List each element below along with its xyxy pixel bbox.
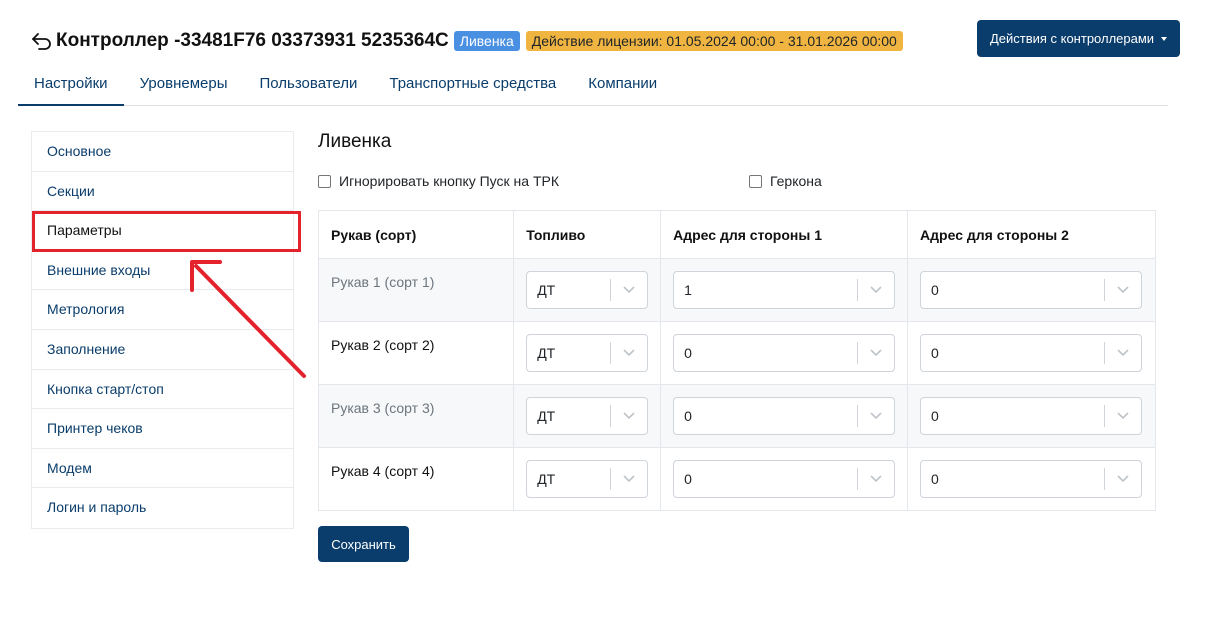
checkbox-box[interactable] bbox=[318, 174, 331, 188]
ignore-start-label: Игнорировать кнопку Пуск на ТРК bbox=[339, 173, 559, 189]
side2-address-select[interactable]: 0 bbox=[920, 397, 1143, 435]
chevron-down-icon bbox=[611, 412, 647, 420]
tab-level-gauges[interactable]: Уровнемеры bbox=[124, 64, 244, 106]
chevron-down-icon bbox=[1105, 286, 1141, 294]
side2-address-select[interactable]: 0 bbox=[920, 334, 1143, 372]
sidebar-item-general[interactable]: Основное bbox=[32, 132, 293, 172]
caret-down-icon bbox=[1161, 37, 1168, 41]
table-row: Рукав 3 (сорт 3) ДТ 0 0 bbox=[317, 384, 1156, 448]
table-row: Рукав 4 (сорт 4) ДТ 0 0 bbox=[317, 447, 1156, 511]
hose-label: Рукав 1 (сорт 1) bbox=[331, 274, 435, 290]
tab-settings[interactable]: Настройки bbox=[18, 64, 124, 106]
ignore-start-checkbox[interactable]: Игнорировать кнопку Пуск на ТРК bbox=[318, 173, 559, 189]
sidebar-item-parameters[interactable]: Параметры bbox=[32, 211, 293, 251]
column-header-fuel: Топливо bbox=[513, 210, 662, 259]
column-header-side1: Адрес для стороны 1 bbox=[660, 210, 909, 259]
sidebar-item-external-inputs[interactable]: Внешние входы bbox=[32, 251, 293, 291]
side1-value: 1 bbox=[684, 282, 692, 298]
side2-value: 0 bbox=[931, 408, 939, 424]
side2-value: 0 bbox=[931, 471, 939, 487]
fuel-value: ДТ bbox=[537, 471, 556, 487]
fuel-value: ДТ bbox=[537, 345, 556, 361]
back-arrow-icon[interactable] bbox=[30, 29, 54, 53]
side2-value: 0 bbox=[931, 282, 939, 298]
side1-address-select[interactable]: 0 bbox=[673, 334, 896, 372]
save-button[interactable]: Сохранить bbox=[318, 526, 409, 562]
sidebar-item-modem[interactable]: Модем bbox=[32, 449, 293, 489]
settings-sidebar: Основное Секции Параметры Внешние входы … bbox=[31, 131, 294, 529]
tab-users[interactable]: Пользователи bbox=[243, 64, 373, 106]
sidebar-item-filling[interactable]: Заполнение bbox=[32, 330, 293, 370]
side1-address-select[interactable]: 1 bbox=[673, 271, 896, 309]
sidebar-item-receipt-printer[interactable]: Принтер чеков bbox=[32, 409, 293, 449]
tab-companies[interactable]: Компании bbox=[572, 64, 673, 106]
chevron-down-icon bbox=[858, 475, 894, 483]
chevron-down-icon bbox=[611, 475, 647, 483]
hose-label: Рукав 4 (сорт 4) bbox=[331, 463, 435, 479]
table-row: Рукав 2 (сорт 2) ДТ 0 0 bbox=[317, 321, 1156, 385]
hoses-table: Рукав (сорт) Топливо Адрес для стороны 1… bbox=[317, 210, 1156, 511]
fuel-select[interactable]: ДТ bbox=[526, 460, 649, 498]
license-badge: Действие лицензии: 01.05.2024 00:00 - 31… bbox=[525, 31, 903, 51]
sidebar-item-start-stop-button[interactable]: Кнопка старт/стоп bbox=[32, 370, 293, 410]
side1-value: 0 bbox=[684, 408, 692, 424]
side1-address-select[interactable]: 0 bbox=[673, 460, 896, 498]
fuel-value: ДТ bbox=[537, 408, 556, 424]
side2-value: 0 bbox=[931, 345, 939, 361]
hose-label: Рукав 2 (сорт 2) bbox=[331, 337, 435, 353]
chevron-down-icon bbox=[1105, 475, 1141, 483]
chevron-down-icon bbox=[858, 349, 894, 357]
chevron-down-icon bbox=[858, 412, 894, 420]
fuel-select[interactable]: ДТ bbox=[526, 397, 649, 435]
reed-switch-checkbox[interactable]: Геркона bbox=[749, 173, 822, 189]
controller-actions-button[interactable]: Действия с контроллерами bbox=[977, 20, 1180, 57]
column-header-hose: Рукав (сорт) bbox=[317, 210, 515, 259]
table-row: Рукав 1 (сорт 1) ДТ 1 0 bbox=[317, 258, 1156, 322]
reed-switch-label: Геркона bbox=[770, 173, 822, 189]
section-title: Ливенка bbox=[318, 131, 392, 152]
sidebar-item-sections[interactable]: Секции bbox=[32, 172, 293, 212]
side1-value: 0 bbox=[684, 345, 692, 361]
column-header-side2: Адрес для стороны 2 bbox=[907, 210, 1156, 259]
sidebar-item-login-password[interactable]: Логин и пароль bbox=[32, 488, 293, 528]
hose-label: Рукав 3 (сорт 3) bbox=[331, 400, 435, 416]
chevron-down-icon bbox=[1105, 349, 1141, 357]
side1-value: 0 bbox=[684, 471, 692, 487]
controller-actions-label: Действия с контроллерами bbox=[989, 31, 1155, 46]
chevron-down-icon bbox=[611, 286, 647, 294]
sidebar-item-metrology[interactable]: Метрология bbox=[32, 290, 293, 330]
tab-bar: Настройки Уровнемеры Пользователи Трансп… bbox=[18, 64, 1168, 106]
fuel-select[interactable]: ДТ bbox=[526, 334, 649, 372]
page-header: Контроллер -33481F76 03373931 5235364C Л… bbox=[30, 28, 903, 54]
side2-address-select[interactable]: 0 bbox=[920, 460, 1143, 498]
checkbox-box[interactable] bbox=[749, 174, 762, 188]
fuel-value: ДТ bbox=[537, 282, 556, 298]
fuel-select[interactable]: ДТ bbox=[526, 271, 649, 309]
controller-title: Контроллер -33481F76 03373931 5235364C bbox=[56, 30, 449, 51]
chevron-down-icon bbox=[611, 349, 647, 357]
side1-address-select[interactable]: 0 bbox=[673, 397, 896, 435]
chevron-down-icon bbox=[858, 286, 894, 294]
location-badge: Ливенка bbox=[453, 31, 520, 51]
side2-address-select[interactable]: 0 bbox=[920, 271, 1143, 309]
chevron-down-icon bbox=[1105, 412, 1141, 420]
tab-vehicles[interactable]: Транспортные средства bbox=[373, 64, 572, 106]
